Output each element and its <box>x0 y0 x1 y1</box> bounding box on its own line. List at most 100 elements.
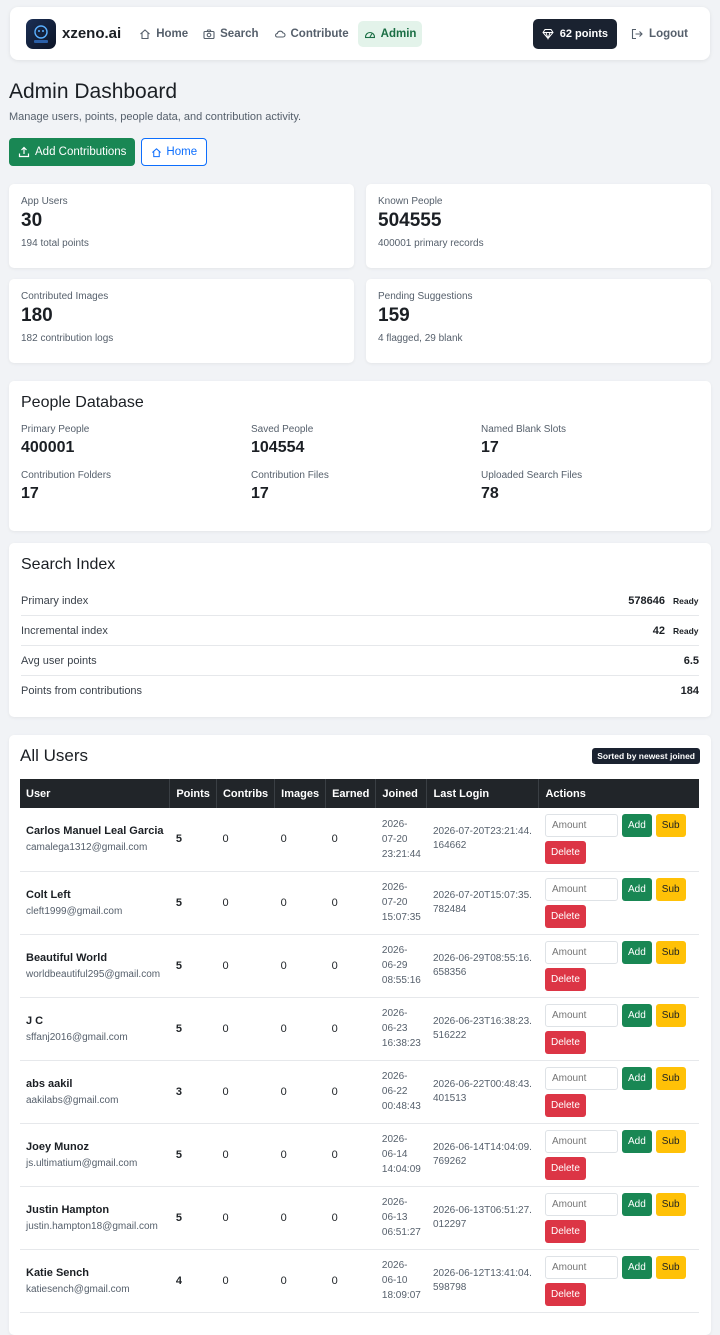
user-email: camalega1312@gmail.com <box>26 842 148 854</box>
nav-link-admin[interactable]: Admin <box>357 20 423 47</box>
amount-input[interactable] <box>544 1192 618 1216</box>
stat-sub: 182 contribution logs <box>21 333 114 344</box>
amount-input[interactable] <box>544 814 618 838</box>
delete-user-button[interactable]: Delete <box>544 967 586 991</box>
delete-user-button[interactable]: Delete <box>544 1093 586 1117</box>
user-cell: J C sffanj2016@gmail.com <box>20 997 170 1061</box>
add-points-button[interactable]: Add <box>621 1255 652 1279</box>
cloud-upload-icon <box>274 30 286 38</box>
user-cell: abs aakil aakilabs@gmail.com <box>20 1060 170 1124</box>
joined-date: 2026-07-20 23:21:44 <box>381 818 421 860</box>
amount-input[interactable] <box>544 1129 618 1153</box>
nav-link-home[interactable]: Home <box>133 21 194 47</box>
add-points-button[interactable]: Add <box>621 1003 652 1027</box>
db-item: Saved People 104554 <box>251 424 481 457</box>
brand-name[interactable]: xzeno.ai <box>62 25 121 42</box>
index-value: 6.5 <box>683 654 699 667</box>
images-cell: 0 <box>274 808 326 872</box>
delete-user-button[interactable]: Delete <box>544 1282 586 1306</box>
amount-input[interactable] <box>544 1066 618 1090</box>
joined-date: 2026-07-20 15:07:35 <box>381 882 421 923</box>
column-header[interactable]: Images <box>274 779 327 808</box>
amount-input[interactable] <box>544 877 618 901</box>
last-login-cell: 2026-07-20T23:21:44.164662 <box>426 808 539 872</box>
subtract-points-button[interactable]: Sub <box>655 1066 686 1090</box>
delete-user-button[interactable]: Delete <box>544 1156 586 1180</box>
joined-cell: 2026-07-20 23:21:44 <box>375 808 427 872</box>
actions-cell: Add Sub Delete <box>538 934 699 998</box>
amount-input[interactable] <box>544 940 618 964</box>
delete-user-button[interactable]: Delete <box>544 904 586 928</box>
last-login-cell: 2026-06-22T00:48:43.401513 <box>426 1060 539 1124</box>
home-button-label: Home <box>166 146 198 158</box>
points-cell: 5 <box>169 1186 217 1250</box>
nav-link-search[interactable]: Search <box>197 21 264 47</box>
last-login-cell: 2026-06-14T14:04:09.769262 <box>426 1123 539 1187</box>
actions-cell: Add Sub Delete <box>538 997 699 1061</box>
nav-link-contribute[interactable]: Contribute <box>268 21 355 47</box>
user-email: cleft1999@gmail.com <box>26 905 123 917</box>
add-points-button[interactable]: Add <box>621 877 652 901</box>
status-badge: Ready <box>673 625 699 636</box>
db-label: Contribution Files <box>251 470 329 481</box>
table-row: Carlos Manuel Leal Garcia camalega1312@g… <box>20 808 699 872</box>
earned-cell: 0 <box>325 934 376 998</box>
add-points-button[interactable]: Add <box>621 814 652 838</box>
people-database-card: People Database Primary People 400001 Sav… <box>9 381 711 531</box>
logout-button[interactable]: Logout <box>625 22 694 46</box>
images-cell: 0 <box>274 871 326 935</box>
contribs-cell: 0 <box>216 1186 275 1250</box>
user-email: sffanj2016@gmail.com <box>26 1031 128 1043</box>
subtract-points-button[interactable]: Sub <box>655 877 686 901</box>
column-header[interactable]: Last Login <box>426 779 540 808</box>
subtract-points-button[interactable]: Sub <box>655 1255 686 1279</box>
subtract-points-button[interactable]: Sub <box>655 940 686 964</box>
section-title: People Database <box>21 394 144 411</box>
index-value: 42 <box>652 624 665 637</box>
column-header[interactable]: Contribs <box>216 779 276 808</box>
joined-date: 2026-06-29 08:55:16 <box>381 945 421 986</box>
delete-user-button[interactable]: Delete <box>544 841 586 865</box>
column-header[interactable]: Points <box>169 779 217 808</box>
delete-user-button[interactable]: Delete <box>544 1030 586 1054</box>
column-header[interactable]: Actions <box>538 779 699 808</box>
add-points-button[interactable]: Add <box>621 1129 652 1153</box>
amount-input[interactable] <box>544 1003 618 1027</box>
contribs-cell: 0 <box>216 934 275 998</box>
last-login: 2026-07-20T23:21:44.164662 <box>432 826 532 852</box>
user-name: abs aakil <box>26 1077 73 1090</box>
subtract-points-button[interactable]: Sub <box>655 1003 686 1027</box>
db-item: Named Blank Slots 17 <box>481 424 711 457</box>
points-label: 62 points <box>559 27 609 40</box>
actions-cell: Add Sub Delete <box>538 871 699 935</box>
images-cell: 0 <box>274 1249 326 1313</box>
nav-link-label: Contribute <box>290 27 349 40</box>
earned-cell: 0 <box>325 808 376 872</box>
amount-input[interactable] <box>544 1255 618 1279</box>
add-points-button[interactable]: Add <box>621 1192 652 1216</box>
subtract-points-button[interactable]: Sub <box>655 814 686 838</box>
sort-badge: Sorted by newest joined <box>592 748 700 764</box>
page-title: Admin Dashboard <box>9 80 178 103</box>
add-contributions-button[interactable]: Add Contributions <box>9 138 136 166</box>
column-header[interactable]: Earned <box>325 779 377 808</box>
images-cell: 0 <box>274 1123 326 1187</box>
points-cell: 5 <box>169 808 217 872</box>
user-email: js.ultimatium@gmail.com <box>26 1157 138 1169</box>
brand-logo[interactable] <box>26 18 56 49</box>
contribs-cell: 0 <box>216 808 275 872</box>
points-badge[interactable]: 62 points <box>532 18 618 49</box>
user-email: justin.hampton18@gmail.com <box>26 1220 158 1232</box>
stat-sub: 194 total points <box>21 238 89 249</box>
home-button[interactable]: Home <box>141 138 208 166</box>
add-points-button[interactable]: Add <box>621 940 652 964</box>
column-header[interactable]: User <box>20 779 171 808</box>
db-value: 17 <box>21 485 39 502</box>
points-cell: 5 <box>169 1123 217 1187</box>
subtract-points-button[interactable]: Sub <box>655 1129 686 1153</box>
delete-user-button[interactable]: Delete <box>544 1219 586 1243</box>
column-header[interactable]: Joined <box>375 779 428 808</box>
last-login-cell: 2026-06-29T08:55:16.658356 <box>426 934 539 998</box>
subtract-points-button[interactable]: Sub <box>655 1192 686 1216</box>
add-points-button[interactable]: Add <box>621 1066 652 1090</box>
